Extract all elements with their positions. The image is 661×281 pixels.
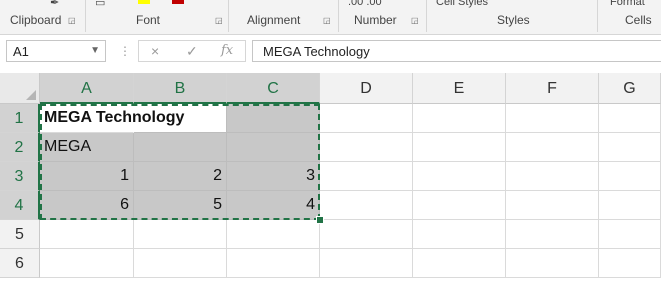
clipboard-launcher-icon[interactable]: ◲ <box>68 16 76 25</box>
cell-g2[interactable] <box>599 133 661 162</box>
cell-g6[interactable] <box>599 249 661 278</box>
ribbon-separator <box>338 0 339 32</box>
cell-f5[interactable] <box>506 220 599 249</box>
fill-handle[interactable] <box>316 216 324 224</box>
cell-a1[interactable]: MEGA Technology <box>40 104 184 133</box>
row-header-6[interactable]: 6 <box>0 249 40 278</box>
cell-f6[interactable] <box>506 249 599 278</box>
select-all-button[interactable] <box>0 73 40 104</box>
cell-c1[interactable] <box>227 104 320 133</box>
cell-a2[interactable]: MEGA <box>40 133 134 162</box>
column-header-f[interactable]: F <box>506 73 599 104</box>
row-header-4[interactable]: 4 <box>0 191 40 220</box>
group-label-number: Number <box>354 13 397 27</box>
column-header-a[interactable]: A <box>40 73 134 104</box>
row-header-3[interactable]: 3 <box>0 162 40 191</box>
cell-b2[interactable] <box>134 133 227 162</box>
cell-b6[interactable] <box>134 249 227 278</box>
cell-d4[interactable] <box>320 191 413 220</box>
select-all-icon <box>26 90 36 100</box>
cell-g3[interactable] <box>599 162 661 191</box>
cell-e2[interactable] <box>413 133 506 162</box>
column-header-e[interactable]: E <box>413 73 506 104</box>
ribbon-separator <box>426 0 427 32</box>
cell-f1[interactable] <box>506 104 599 133</box>
cell-d5[interactable] <box>320 220 413 249</box>
formula-bar: A1 ▼ ⋮ × ✓ fx MEGA Technology <box>0 35 661 66</box>
cell-g4[interactable] <box>599 191 661 220</box>
name-box[interactable]: A1 ▼ <box>6 40 106 62</box>
cell-f3[interactable] <box>506 162 599 191</box>
cell-d1[interactable] <box>320 104 413 133</box>
cell-styles-button[interactable]: Cell Styles <box>436 0 488 8</box>
cell-b5[interactable] <box>134 220 227 249</box>
cell-d3[interactable] <box>320 162 413 191</box>
group-label-styles: Styles <box>497 13 530 27</box>
cell-a6[interactable] <box>40 249 134 278</box>
cell-e4[interactable] <box>413 191 506 220</box>
font-color-swatch[interactable] <box>172 0 184 4</box>
formula-input[interactable]: MEGA Technology <box>252 40 661 62</box>
ribbon: ✒ ▭ .00 .00 Cell Styles Format Clipboard… <box>0 0 661 35</box>
cell-f2[interactable] <box>506 133 599 162</box>
font-launcher-icon[interactable]: ◲ <box>215 16 223 25</box>
paste-icon[interactable]: ✒ <box>50 0 59 9</box>
insert-function-icon[interactable]: fx <box>221 43 233 58</box>
name-box-value: A1 <box>13 44 29 59</box>
group-label-font: Font <box>136 13 161 27</box>
format-painter-icon[interactable]: ▭ <box>95 0 105 9</box>
cell-d6[interactable] <box>320 249 413 278</box>
formula-buttons: × ✓ fx <box>138 40 246 62</box>
cell-c2[interactable] <box>227 133 320 162</box>
cell-g1[interactable] <box>599 104 661 133</box>
cell-a3[interactable]: 1 <box>40 162 134 191</box>
cell-f4[interactable] <box>506 191 599 220</box>
alignment-launcher-icon[interactable]: ◲ <box>323 16 331 25</box>
format-button[interactable]: Format <box>610 0 645 8</box>
row-header-1[interactable]: 1 <box>0 104 40 133</box>
ribbon-separator <box>85 0 86 32</box>
row-header-2[interactable]: 2 <box>0 133 40 162</box>
number-launcher-icon[interactable]: ◲ <box>411 16 419 25</box>
chevron-down-icon[interactable]: ▼ <box>90 45 100 56</box>
cell-e5[interactable] <box>413 220 506 249</box>
cell-d2[interactable] <box>320 133 413 162</box>
group-label-alignment: Alignment <box>247 13 301 27</box>
cell-a5[interactable] <box>40 220 134 249</box>
cell-g5[interactable] <box>599 220 661 249</box>
cancel-icon[interactable]: × <box>151 43 159 59</box>
ribbon-separator <box>228 0 229 32</box>
cell-e1[interactable] <box>413 104 506 133</box>
column-header-d[interactable]: D <box>320 73 413 104</box>
cell-e6[interactable] <box>413 249 506 278</box>
column-header-b[interactable]: B <box>134 73 227 104</box>
ribbon-separator <box>597 0 598 32</box>
group-label-cells: Cells <box>625 13 652 27</box>
enter-icon[interactable]: ✓ <box>186 43 198 60</box>
resize-handle-icon[interactable]: ⋮ <box>119 44 131 58</box>
row-header-5[interactable]: 5 <box>0 220 40 249</box>
highlight-color-swatch[interactable] <box>138 0 150 4</box>
cell-c5[interactable] <box>227 220 320 249</box>
cell-b4[interactable]: 5 <box>134 191 227 220</box>
formula-input-value: MEGA Technology <box>263 44 370 59</box>
worksheet-grid: A B C D E F G 1 2 3 4 5 6 MEGA Technolog… <box>0 73 661 281</box>
cell-b3[interactable]: 2 <box>134 162 227 191</box>
column-header-g[interactable]: G <box>599 73 661 104</box>
column-header-c[interactable]: C <box>227 73 320 104</box>
group-label-clipboard: Clipboard <box>10 13 62 27</box>
cell-a4[interactable]: 6 <box>40 191 134 220</box>
cell-c3[interactable]: 3 <box>227 162 320 191</box>
cell-b1[interactable] <box>134 104 227 133</box>
cell-c6[interactable] <box>227 249 320 278</box>
cell-e3[interactable] <box>413 162 506 191</box>
cell-c4[interactable]: 4 <box>227 191 320 220</box>
number-format-fragment[interactable]: .00 .00 <box>348 0 382 8</box>
